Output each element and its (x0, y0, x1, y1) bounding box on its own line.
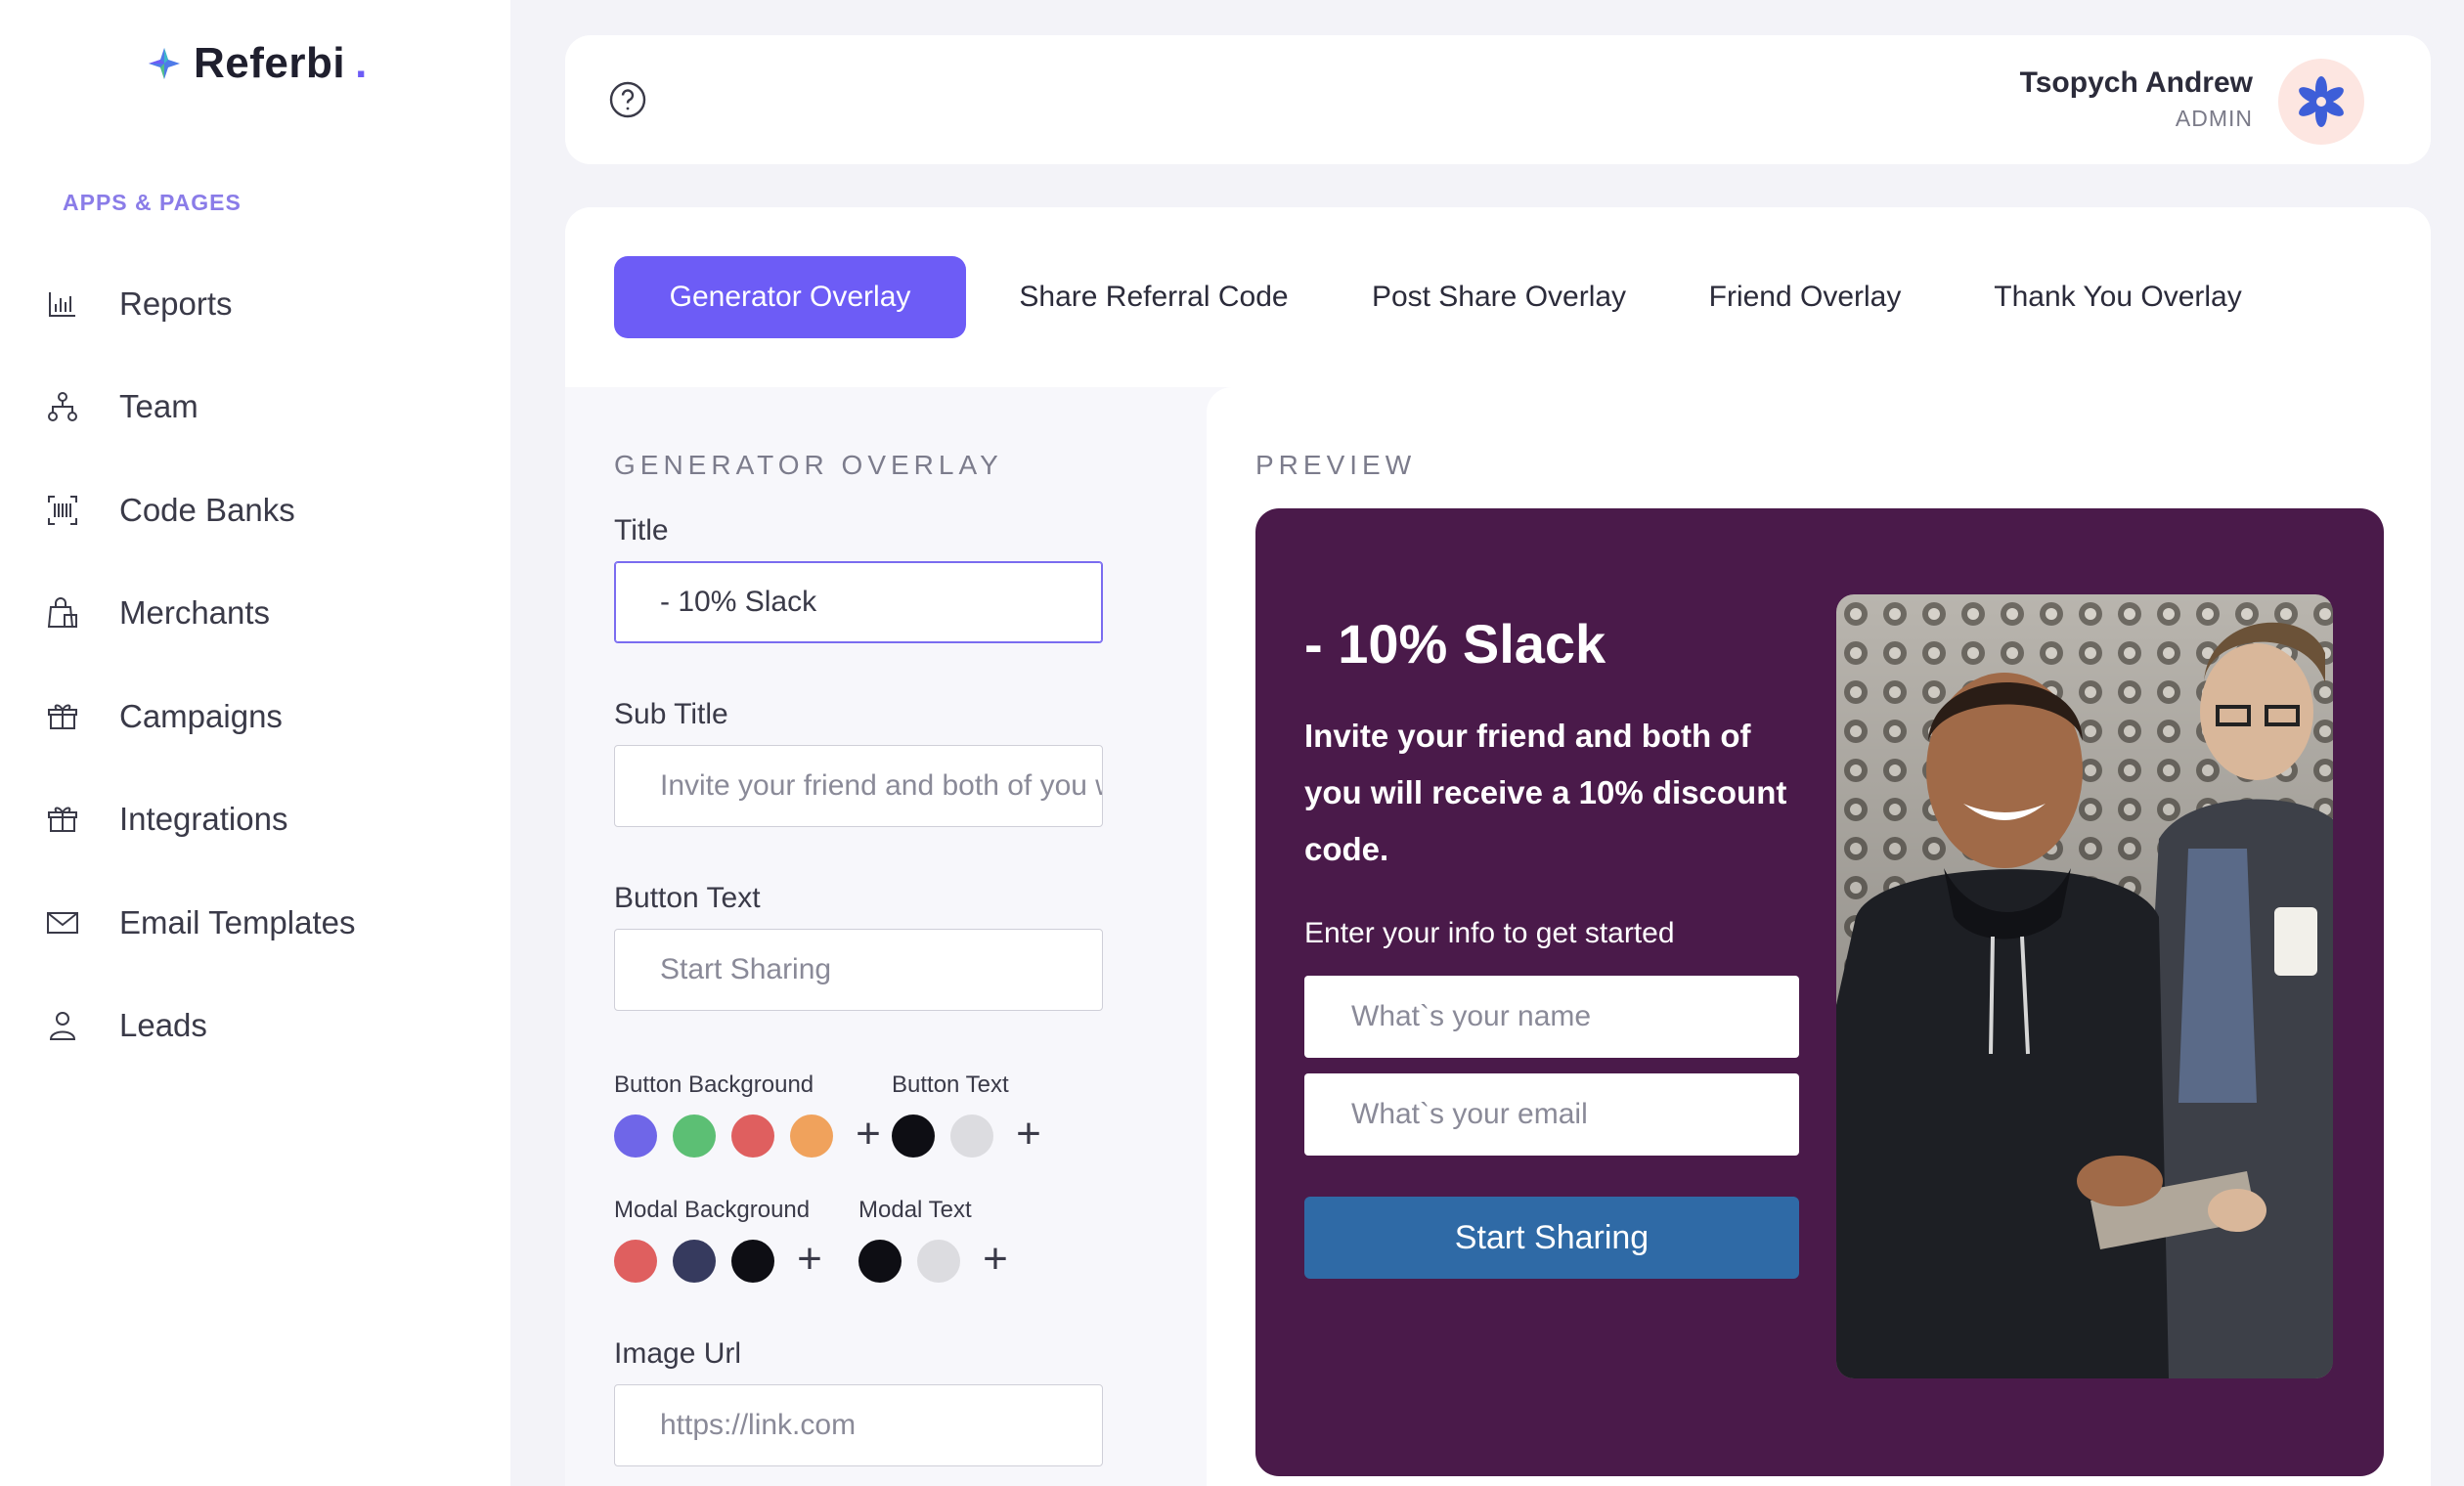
modal-background-label: Modal Background (614, 1197, 811, 1223)
preview-modal: - 10% Slack Invite your friend and both … (1255, 508, 2384, 1476)
color-swatch[interactable] (790, 1114, 833, 1158)
title-input[interactable] (614, 561, 1103, 643)
title-label: Title (614, 514, 669, 546)
barcode-icon (43, 491, 82, 530)
user-role: ADMIN (2175, 106, 2253, 131)
button-text-input[interactable] (614, 929, 1103, 1011)
overlay-tabs: Generator Overlay Share Referral Code Po… (565, 207, 2431, 387)
gift-box-icon (43, 697, 82, 736)
main-panel: Generator Overlay Share Referral Code Po… (565, 207, 2431, 1486)
top-header: Tsopych Andrew ADMIN (565, 35, 2431, 164)
image-url-label: Image Url (614, 1337, 742, 1370)
tab-post-share-overlay[interactable]: Post Share Overlay (1347, 256, 1650, 338)
sidebar-item-integrations[interactable]: Integrations (39, 768, 489, 872)
user-icon (43, 1006, 82, 1045)
color-swatch[interactable] (614, 1240, 657, 1283)
color-swatch[interactable] (917, 1240, 960, 1283)
sidebar-item-campaigns[interactable]: Campaigns (39, 665, 489, 768)
sidebar-item-team[interactable]: Team (39, 356, 489, 459)
sidebar-nav: Reports Team Code Banks Merchants Campai… (39, 252, 489, 1077)
add-color-icon[interactable]: + (974, 1238, 1017, 1283)
sidebar-item-label: Campaigns (119, 697, 283, 734)
tab-share-referral-code[interactable]: Share Referral Code (988, 256, 1320, 338)
color-swatch[interactable] (673, 1114, 716, 1158)
tab-friend-overlay[interactable]: Friend Overlay (1680, 256, 1930, 338)
color-swatch[interactable] (614, 1114, 657, 1158)
color-swatch[interactable] (731, 1114, 774, 1158)
color-swatch[interactable] (950, 1114, 993, 1158)
start-sharing-button[interactable]: Start Sharing (1304, 1197, 1799, 1279)
user-name: Tsopych Andrew (2019, 66, 2253, 99)
modal-title: - 10% Slack (1304, 613, 1606, 675)
sidebar-item-label: Leads (119, 1007, 207, 1044)
sidebar-item-label: Merchants (119, 594, 271, 632)
color-swatch[interactable] (731, 1240, 774, 1283)
sidebar-item-label: Email Templates (119, 903, 356, 940)
referbi-logo-icon (149, 48, 180, 79)
modal-info-text: Enter your info to get started (1304, 917, 1675, 949)
sidebar-item-leads[interactable]: Leads (39, 975, 489, 1078)
brand-name: Referbi (194, 39, 346, 87)
tab-generator-overlay[interactable]: Generator Overlay (614, 256, 966, 338)
question-circle-icon[interactable] (608, 80, 647, 119)
name-input[interactable] (1304, 976, 1799, 1058)
preview-heading: PREVIEW (1255, 450, 1417, 480)
sidebar-item-reports[interactable]: Reports (39, 252, 489, 356)
image-url-input[interactable] (614, 1384, 1103, 1466)
sidebar-item-email-templates[interactable]: Email Templates (39, 871, 489, 975)
color-swatch[interactable] (858, 1240, 902, 1283)
brand-dot: . (355, 39, 368, 87)
sidebar-item-label: Code Banks (119, 491, 295, 528)
button-text-label: Button Text (614, 882, 761, 914)
asterisk-flower-icon (2299, 76, 2344, 127)
gift-box-icon (43, 800, 82, 839)
org-chart-icon (43, 387, 82, 426)
color-swatch[interactable] (673, 1240, 716, 1283)
add-color-icon[interactable]: + (1007, 1113, 1050, 1158)
preview-photo (1836, 594, 2333, 1378)
tab-thank-you-overlay[interactable]: Thank You Overlay (1961, 256, 2274, 338)
shopping-bag-icon (43, 593, 82, 633)
sidebar-item-label: Team (119, 388, 198, 425)
brand-logo[interactable]: Referbi. (145, 39, 367, 88)
sidebar-item-merchants[interactable]: Merchants (39, 562, 489, 666)
sidebar-item-label: Reports (119, 284, 233, 322)
modal-subtitle: Invite your friend and both of you will … (1304, 718, 1787, 867)
subtitle-label: Sub Title (614, 698, 728, 730)
add-color-icon[interactable]: + (847, 1113, 890, 1158)
button-background-label: Button Background (614, 1071, 814, 1098)
sidebar-item-code-banks[interactable]: Code Banks (39, 459, 489, 562)
subtitle-input[interactable] (614, 745, 1103, 827)
envelope-icon (43, 903, 82, 942)
bar-chart-icon (43, 284, 82, 324)
sidebar-item-label: Integrations (119, 801, 288, 838)
color-swatch[interactable] (892, 1114, 935, 1158)
generator-overlay-heading: GENERATOR OVERLAY (614, 450, 1003, 480)
button-text-color-label: Button Text (892, 1071, 1009, 1098)
modal-text-label: Modal Text (858, 1197, 972, 1223)
preview-panel: PREVIEW - 10% Slack Invite your friend a… (1207, 387, 2431, 1486)
avatar[interactable] (2278, 59, 2364, 145)
apps-pages-section-label: APPS & PAGES (63, 190, 242, 215)
add-color-icon[interactable]: + (788, 1238, 831, 1283)
sidebar: Referbi. APPS & PAGES Reports Team Code … (0, 0, 510, 1486)
people-sharing-phone-image (1836, 594, 2333, 1378)
email-input[interactable] (1304, 1073, 1799, 1156)
